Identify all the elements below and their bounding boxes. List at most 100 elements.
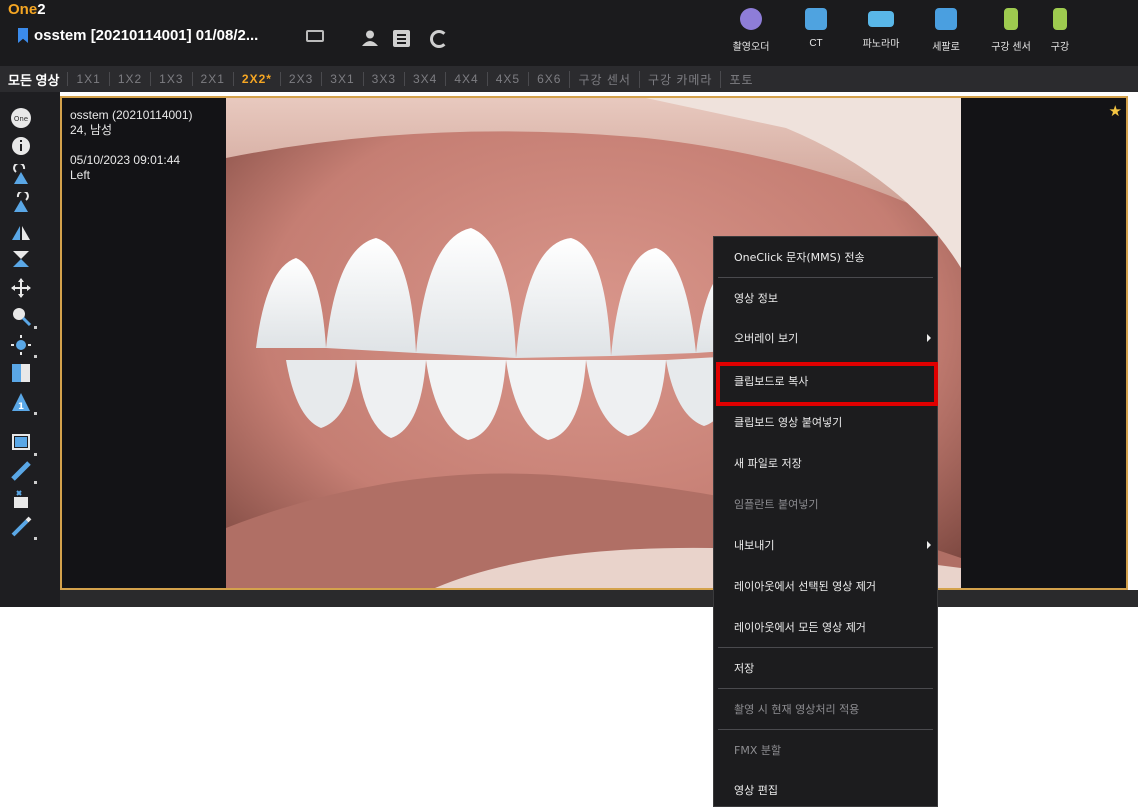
submenu-arrow-icon [927,334,931,342]
viewer-bottom-strip [60,590,1138,607]
panorama-icon [868,11,894,27]
capture-datetime: 05/10/2023 09:01:44 [70,153,181,167]
menu-item-save[interactable]: 저장 [714,648,937,688]
menu-item-label: 촬영 시 현재 영상처리 적용 [734,703,860,716]
menu-item-label: 영상 편집 [734,784,778,797]
flip-vertical-icon[interactable] [10,248,32,270]
intraoral-camera-icon [1053,8,1067,30]
flip-horizontal-icon[interactable] [10,220,32,242]
mode-intraoral-sensor[interactable]: 구강 센서 [980,8,1042,53]
ct-icon [805,8,827,30]
app-window: One2 osstem [20210114001] 01/08/2... 촬영오… [0,0,1138,807]
layout-2x1[interactable]: 2X1 [191,72,233,86]
mode-label: 파노라마 [862,39,900,50]
mode-label: 구강 센서 [991,42,1031,53]
layout-1x2[interactable]: 1X2 [108,72,150,86]
menu-item-export[interactable]: 내보내기 [714,525,937,565]
info-icon[interactable] [10,135,32,157]
menu-item-paste-clipboard[interactable]: 클립보드 영상 붙여넣기 [714,402,937,442]
layout-1x1[interactable]: 1X1 [67,72,108,86]
patient-title: osstem [20210114001] 01/08/2... [34,27,259,44]
menu-item-label: 저장 [734,662,755,675]
mode-label: 구강 [1050,42,1070,53]
layout-6x6[interactable]: 6X6 [528,72,569,86]
mode-cephalo[interactable]: 세팔로 [915,8,977,53]
image-viewport[interactable]: osstem (20210114001) 24, 남성 05/10/2023 0… [60,96,1128,590]
patient-icon[interactable] [361,30,379,46]
annotation-number-icon[interactable]: 1 [10,391,37,415]
menu-item-overlay[interactable]: 오버레이 보기 [714,318,937,358]
menu-item-label: 영상 정보 [734,292,778,305]
mode-intraoral-camera[interactable]: 구강 [1045,8,1075,53]
layout-3x3[interactable]: 3X3 [362,72,404,86]
layout-bar: 모든 영상 1X1 1X2 1X3 2X1 2X2* 2X3 3X1 3X3 3… [0,66,1138,92]
layout-4x4[interactable]: 4X4 [445,72,486,86]
title-bar: One2 osstem [20210114001] 01/08/2... 촬영오… [0,0,1138,66]
layout-2x2[interactable]: 2X2* [232,72,280,86]
mode-ct[interactable]: CT [785,8,847,53]
menu-item-label: 클립보드 영상 붙여넣기 [734,416,843,429]
image-info-overlay: osstem (20210114001) 24, 남성 05/10/2023 0… [70,108,193,183]
brightness-icon[interactable] [10,334,37,358]
cephalo-icon [935,8,957,30]
context-menu: OneClick 문자(MMS) 전송 영상 정보 오버레이 보기 클립보드로 … [713,236,938,807]
menu-item-remove-all[interactable]: 레이아웃에서 모든 영상 제거 [714,607,937,647]
layout-3x1[interactable]: 3X1 [321,72,362,86]
logo-text: One [8,1,38,18]
patient-name-id: osstem (20210114001) [70,108,193,122]
menu-item-label: FMX 분할 [734,744,782,757]
menu-item-label: OneClick 문자(MMS) 전송 [734,251,865,264]
menu-item-label: 레이아웃에서 선택된 영상 제거 [734,580,877,593]
roi-select-icon[interactable] [10,432,37,456]
all-images-label[interactable]: 모든 영상 [8,70,59,89]
keyboard-icon[interactable] [306,30,324,42]
refresh-icon[interactable] [430,30,448,48]
patient-age-sex: 24, 남성 [70,123,113,137]
menu-item-apply-processing: 촬영 시 현재 영상처리 적용 [714,689,937,729]
layout-2x3[interactable]: 2X3 [279,72,321,86]
layout-4x5[interactable]: 4X5 [486,72,528,86]
mode-panorama[interactable]: 파노라마 [850,8,912,53]
menu-item-save-new-file[interactable]: 새 파일로 저장 [714,443,937,483]
layout-intraoral-sensor[interactable]: 구강 센서 [569,70,639,88]
layout-3x4[interactable]: 3X4 [404,72,445,86]
menu-item-oneclick-mms[interactable]: OneClick 문자(MMS) 전송 [714,237,937,277]
svg-text:One: One [14,115,28,123]
layout-1x3[interactable]: 1X3 [150,72,191,86]
menu-item-paste-implant: 임플란트 붙여넣기 [714,484,937,524]
highlight-box [716,362,938,406]
logo-accent: 2 [37,1,46,18]
patient-selector[interactable]: osstem [20210114001] 01/08/2... [18,27,258,44]
menu-item-image-info[interactable]: 영상 정보 [714,278,937,318]
invert-icon[interactable] [10,362,32,384]
capture-order-icon [740,8,762,30]
favorite-star-icon[interactable]: ★ [1109,102,1122,120]
image-side: Left [70,168,91,182]
mode-label: CT [809,38,823,49]
intraoral-sensor-icon [1004,8,1018,30]
one-click-icon[interactable]: One [10,107,32,129]
pan-icon[interactable] [10,277,32,299]
list-icon[interactable] [393,30,410,47]
rotate-left-icon[interactable] [10,164,32,186]
left-toolbar: One 1 [0,92,60,607]
menu-item-edit-image[interactable]: 영상 편집 [714,770,937,807]
menu-item-label: 임플란트 붙여넣기 [734,498,819,511]
ruler-icon[interactable] [10,460,37,484]
menu-item-label: 레이아웃에서 모든 영상 제거 [734,621,866,634]
zoom-icon[interactable] [10,305,37,329]
menu-item-remove-selected[interactable]: 레이아웃에서 선택된 영상 제거 [714,566,937,606]
app-logo: One2 [8,1,46,18]
layout-intraoral-camera[interactable]: 구강 카메라 [638,70,721,88]
acquisition-modes: 촬영오더 CT 파노라마 세팔로 구강 센서 구강 [720,8,1078,53]
pen-icon[interactable] [10,516,37,540]
submenu-arrow-icon [927,541,931,549]
layout-photo[interactable]: 포토 [720,70,761,88]
text-note-icon[interactable] [10,488,32,510]
rotate-right-icon[interactable] [10,192,32,214]
mode-capture-order[interactable]: 촬영오더 [720,8,782,53]
mode-label: 세팔로 [932,42,960,53]
menu-item-fmx-split: FMX 분할 [714,730,937,770]
menu-item-label: 새 파일로 저장 [734,457,802,470]
mode-label: 촬영오더 [732,42,770,53]
